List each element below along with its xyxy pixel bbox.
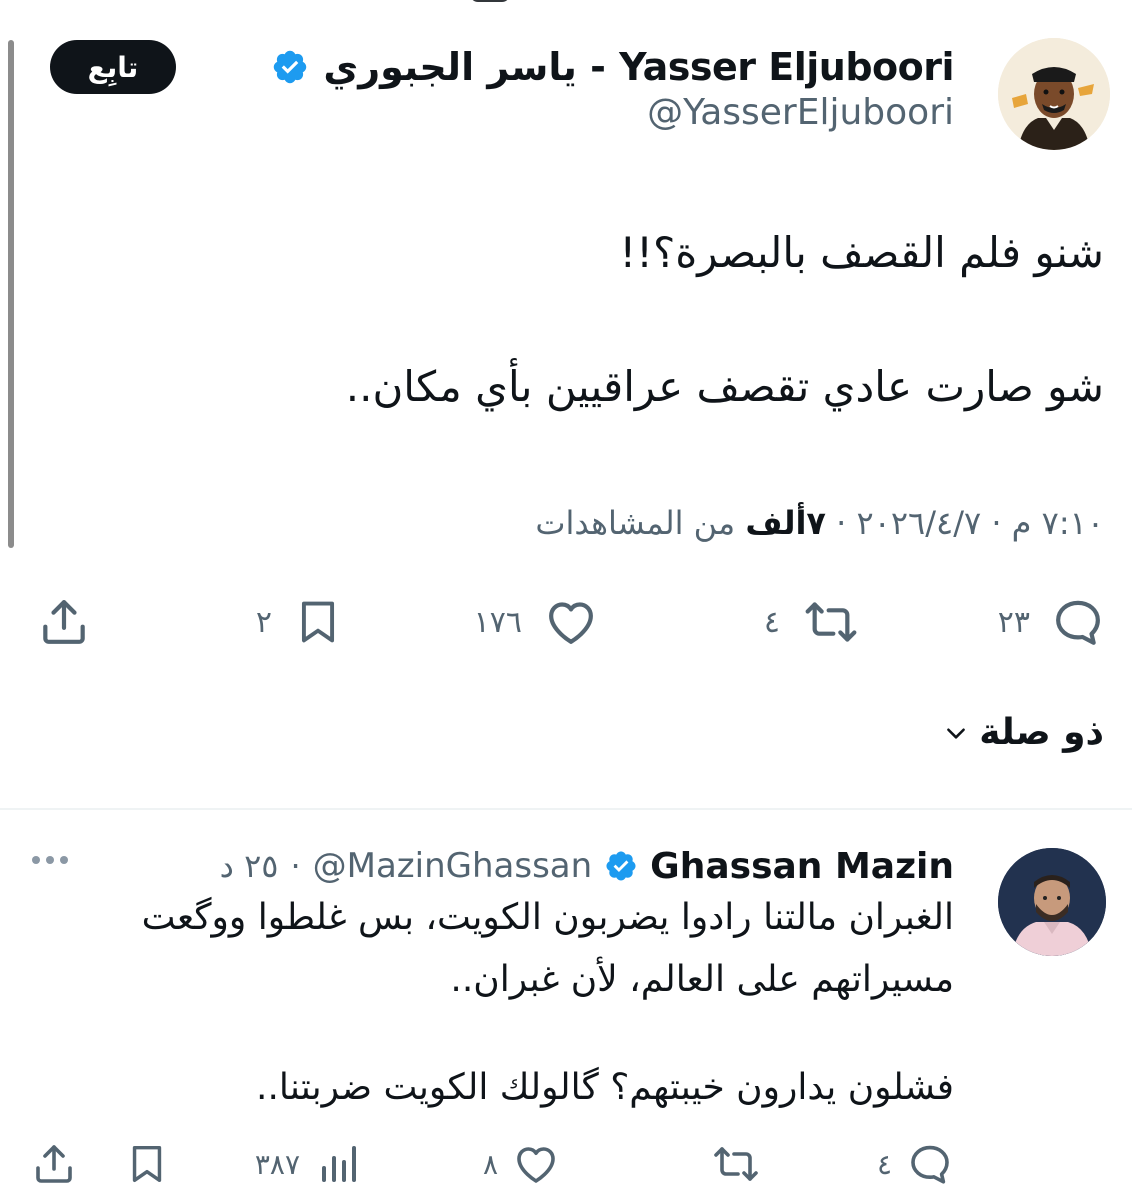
reply-display-name[interactable]: Ghassan Mazin [650,846,954,887]
follow-button[interactable]: تابِع [50,40,176,94]
avatar-photo [998,848,1106,956]
separator-dot: · [290,847,301,885]
reply-like-count: ٨ [482,1147,498,1181]
scrollbar[interactable] [8,40,14,548]
views-icon [322,1146,356,1182]
reply-count: ٢٣ [997,604,1030,640]
tweet-meta: ٧:١٠ م · ٢٠٢٦/٤/٧ · ٧ألف من المشاهدات [535,504,1104,542]
retweet-button[interactable]: ٤ [764,594,862,650]
retweet-icon [805,602,857,642]
avatar-illustration [998,38,1110,150]
top-cutoff-fragment [470,0,510,2]
reply-retweet-button[interactable] [696,1140,762,1188]
related-thread-link[interactable]: ذو صلة [943,712,1104,753]
reply-views[interactable]: ٣٨٧ [255,1140,362,1188]
reply-reply-button[interactable]: ٤ [877,1140,954,1188]
share-icon [36,1145,72,1183]
reply-views-count: ٣٨٧ [254,1147,300,1181]
related-label: ذو صلة [979,712,1104,753]
author-avatar[interactable] [998,38,1110,150]
bookmark-icon [132,1145,162,1183]
verified-badge-icon [606,851,636,881]
bookmark-icon [301,601,335,643]
tweet-actions: ٢٣ ٤ ١٧٦ ٢ [0,588,1132,658]
bookmark-button[interactable]: ٢ [256,594,344,650]
like-button[interactable]: ١٧٦ [474,594,600,650]
views-label: من المشاهدات [535,504,746,542]
like-icon [549,602,593,644]
verified-badge-icon [274,50,307,84]
tweet-timestamp[interactable]: ٧:١٠ م · ٢٠٢٦/٤/٧ · [826,504,1104,542]
reply-text-line: مسيراتهم على العالم، لأن غبران.. [450,959,954,1000]
like-count: ١٧٦ [473,604,522,640]
retweet-icon [714,1147,758,1181]
reply-text-line: فشلون يدارون خيبتهم؟ گالولك الكويت ضربتن… [256,1067,954,1108]
reply-actions: ٤ ٨ ٣٨٧ [0,1140,1132,1194]
reply-button[interactable]: ٢٣ [998,594,1106,650]
reply-icon [1056,600,1100,645]
reply-handle[interactable]: @MazinGhassan [313,846,593,886]
bookmark-count: ٢ [255,604,272,640]
reply-time[interactable]: ٢٥ د [220,847,279,885]
reply-author-avatar[interactable] [998,848,1106,956]
reply-share-button[interactable] [30,1140,78,1188]
author-handle[interactable]: @YasserEljuboori [647,92,954,133]
reply-text-line: الغبران مالتنا رادوا يضربون الكويت، بس غ… [141,897,954,938]
reply-like-button[interactable]: ٨ [483,1140,560,1188]
tweet-text-line: شو صارت عادي تقصف عراقيين بأي مكان.. [345,362,1104,411]
author-display-name[interactable]: ياسر الجبوري - Yasser Eljuboori [323,45,954,89]
reply-header: Ghassan Mazin @MazinGhassan · ٢٥ د [220,842,954,890]
more-icon[interactable] [32,856,68,864]
author-name-row: ياسر الجبوري - Yasser Eljuboori [271,42,954,92]
reply-icon [911,1145,949,1184]
divider [0,808,1132,810]
tweet-text-line: شنو فلم القصف بالبصرة؟!! [619,228,1104,277]
reply-reply-count: ٤ [876,1147,892,1181]
views-count: ٧ألف [745,504,826,542]
share-icon [43,600,85,644]
retweet-count: ٤ [763,604,780,640]
chevron-down-icon [947,727,966,739]
reply-bookmark-button[interactable] [124,1140,170,1188]
share-button[interactable] [36,594,92,650]
like-icon [517,1147,555,1183]
